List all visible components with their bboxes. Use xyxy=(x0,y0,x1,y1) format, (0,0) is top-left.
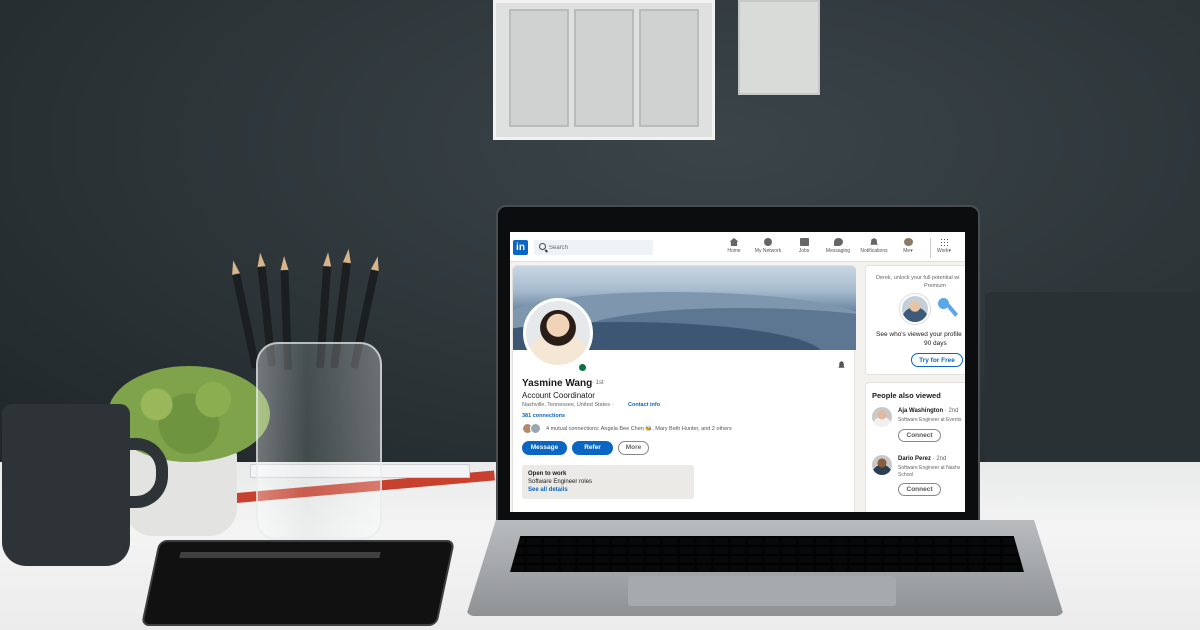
bell-icon[interactable] xyxy=(838,361,845,368)
connection-degree: · 1st xyxy=(592,380,604,386)
network-icon xyxy=(764,238,772,246)
open-to-work-roles: Software Engineer roles xyxy=(528,479,593,485)
nav-label: Jobs xyxy=(798,248,810,254)
wall-board xyxy=(493,0,715,140)
nav-my-network[interactable]: My Network xyxy=(750,238,786,260)
connect-button[interactable]: Connect xyxy=(898,429,941,442)
trackpad xyxy=(628,576,896,606)
mutual-connections-link[interactable]: 4 mutual connections: Angela Bee Chen 🐝,… xyxy=(546,426,732,432)
profile-views-text: See who's viewed your profile xyxy=(876,331,962,338)
board-pane xyxy=(574,9,634,127)
person-subtitle: Software Engineer at Events xyxy=(898,417,962,423)
profile-card: Yasmine Wang · 1st Account Coordinator N… xyxy=(512,265,856,512)
person-name[interactable]: Aja Washington · 2nd xyxy=(898,408,958,414)
premium-upsell-text: Derek, unlock your full potential wi xyxy=(876,275,960,281)
person-name[interactable]: Dario Perez · 2nd xyxy=(898,456,946,462)
board-pane xyxy=(509,9,569,127)
open-to-work-title: Open to work xyxy=(528,471,567,477)
person-subtitle: Software Engineer at Nashv xyxy=(898,465,961,471)
nav-divider xyxy=(930,238,931,258)
top-nav: in Home My Network Jobs Messaging Notifi… xyxy=(510,232,965,262)
contact-info-link[interactable]: Contact info xyxy=(628,402,660,408)
nav-jobs[interactable]: Jobs xyxy=(794,238,814,260)
connections-link[interactable]: 381 connections xyxy=(522,413,565,419)
open-to-work-badge xyxy=(577,362,588,373)
search-box[interactable] xyxy=(534,240,653,255)
grid-icon xyxy=(939,238,949,246)
nav-messaging[interactable]: Messaging xyxy=(822,238,854,260)
board-pane xyxy=(639,9,699,127)
chair xyxy=(985,292,1200,482)
profile-headline: Account Coordinator xyxy=(522,391,595,400)
open-to-work-card: Open to work Software Engineer roles See… xyxy=(522,465,694,499)
see-all-details-link[interactable]: See all details xyxy=(528,487,568,493)
messaging-icon xyxy=(833,238,843,246)
message-button[interactable]: Message xyxy=(522,441,567,455)
nav-label: Home xyxy=(727,248,741,254)
person-avatar[interactable] xyxy=(872,455,892,475)
nav-label: Messaging xyxy=(825,248,851,254)
person-subtitle: School xyxy=(898,472,914,478)
profile-photo[interactable] xyxy=(523,298,593,368)
chevron-down-icon: ▾ xyxy=(948,248,952,254)
key-icon xyxy=(938,298,958,320)
chevron-down-icon: ▾ xyxy=(910,248,913,254)
people-also-viewed-card: People also viewed Aja Washington · 2nd … xyxy=(865,382,965,512)
nav-label: Notifications xyxy=(860,248,888,254)
briefcase-icon xyxy=(799,238,809,246)
mug xyxy=(2,404,130,566)
search-icon xyxy=(539,243,546,250)
linkedin-logo[interactable]: in xyxy=(513,240,528,255)
wall-note xyxy=(738,0,820,95)
nav-home[interactable]: Home xyxy=(724,238,744,260)
premium-label: Premium xyxy=(924,283,947,289)
home-icon xyxy=(729,238,739,246)
refer-button[interactable]: Refer xyxy=(572,441,613,455)
mutual-avatar xyxy=(530,423,541,434)
profile-location: Nashville, Tennessee, United States · xyxy=(522,402,614,408)
viewer-avatar xyxy=(900,294,930,324)
nav-notifications[interactable]: Notifications xyxy=(857,238,891,260)
tablet-glare xyxy=(179,552,381,558)
person-avatar[interactable] xyxy=(872,407,892,427)
premium-card: Derek, unlock your full potential wi Pre… xyxy=(865,265,965,375)
avatar-icon xyxy=(903,238,913,246)
nav-label: Work xyxy=(936,248,949,254)
people-also-viewed-title: People also viewed xyxy=(872,391,941,400)
search-input[interactable] xyxy=(549,242,649,253)
bell-icon xyxy=(869,238,879,245)
profile-views-period: 90 days xyxy=(924,340,947,347)
nav-me[interactable]: Me▾ xyxy=(898,238,918,260)
profile-name: Yasmine Wang xyxy=(522,378,593,389)
more-button[interactable]: More xyxy=(618,441,649,455)
keyboard xyxy=(510,536,1024,572)
nav-label: My Network xyxy=(754,248,782,254)
glass-jar xyxy=(256,342,382,540)
connect-button[interactable]: Connect xyxy=(898,483,941,496)
try-for-free-button[interactable]: Try for Free xyxy=(911,353,963,367)
laptop-screen: in Home My Network Jobs Messaging Notifi… xyxy=(510,232,965,512)
nav-work[interactable]: Work▾ xyxy=(933,238,955,260)
